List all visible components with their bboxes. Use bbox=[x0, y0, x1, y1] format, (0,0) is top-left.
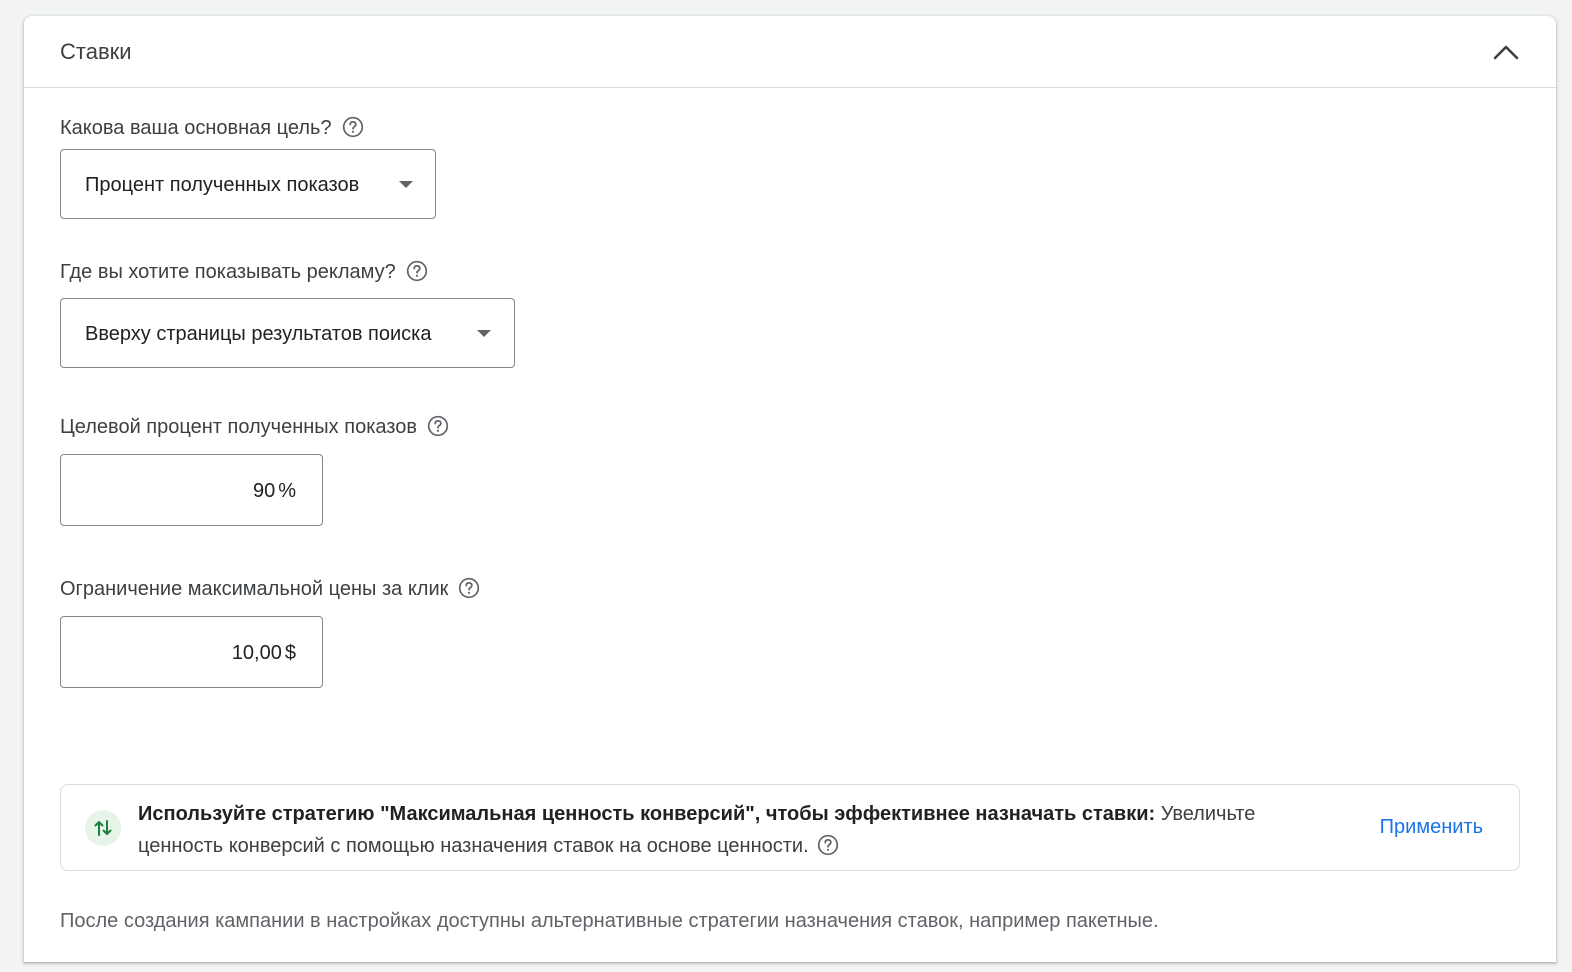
bidding-card: Ставки Какова ваша основная цель? Процен… bbox=[24, 16, 1556, 962]
percent-suffix: % bbox=[278, 480, 296, 502]
currency-suffix: $ bbox=[284, 642, 296, 664]
target-share-value-wrap: 90% bbox=[253, 478, 296, 504]
recommendation-text: Используйте стратегию "Максимальная ценн… bbox=[138, 798, 1318, 862]
max-cpc-label: Ограничение максимальной цены за клик bbox=[60, 576, 480, 602]
dropdown-arrow-icon bbox=[399, 181, 413, 188]
recommendation-banner: Используйте стратегию "Максимальная ценн… bbox=[60, 784, 1520, 871]
placement-label-text: Где вы хотите показывать рекламу? bbox=[60, 261, 396, 283]
goal-label: Какова ваша основная цель? bbox=[60, 115, 364, 141]
max-cpc-input[interactable]: 10,00 $ bbox=[60, 616, 323, 688]
goal-select[interactable]: Процент полученных показов bbox=[60, 149, 436, 219]
help-icon[interactable] bbox=[342, 116, 364, 138]
target-share-value: 90 bbox=[252, 480, 276, 502]
chevron-up-icon bbox=[1493, 45, 1519, 60]
help-icon[interactable] bbox=[458, 577, 480, 599]
max-cpc-label-text: Ограничение максимальной цены за клик bbox=[60, 578, 449, 600]
card-header[interactable]: Ставки bbox=[24, 16, 1556, 88]
help-icon[interactable] bbox=[817, 834, 839, 856]
placement-select[interactable]: Вверху страницы результатов поиска bbox=[60, 298, 515, 368]
help-icon[interactable] bbox=[427, 415, 449, 437]
target-share-label: Целевой процент полученных показов bbox=[60, 414, 449, 440]
placement-select-value: Вверху страницы результатов поиска bbox=[85, 323, 432, 345]
dropdown-arrow-icon bbox=[477, 330, 491, 337]
section-title: Ставки bbox=[60, 39, 132, 64]
footer-note: После создания кампании в настройках дос… bbox=[60, 910, 1159, 932]
placement-label: Где вы хотите показывать рекламу? bbox=[60, 259, 428, 285]
swap-vert-icon bbox=[85, 810, 121, 846]
target-share-label-text: Целевой процент полученных показов bbox=[60, 416, 417, 438]
goal-label-text: Какова ваша основная цель? bbox=[60, 117, 332, 139]
goal-select-value: Процент полученных показов bbox=[85, 174, 360, 196]
help-icon[interactable] bbox=[406, 260, 428, 282]
apply-button[interactable]: Применить bbox=[1380, 814, 1483, 840]
max-cpc-value-wrap: 10,00 $ bbox=[232, 640, 296, 666]
recommendation-title: Используйте стратегию "Максимальная ценн… bbox=[138, 803, 1156, 825]
target-share-input[interactable]: 90% bbox=[60, 454, 323, 526]
max-cpc-value: 10,00 bbox=[231, 642, 282, 664]
collapse-button[interactable] bbox=[1490, 36, 1522, 68]
